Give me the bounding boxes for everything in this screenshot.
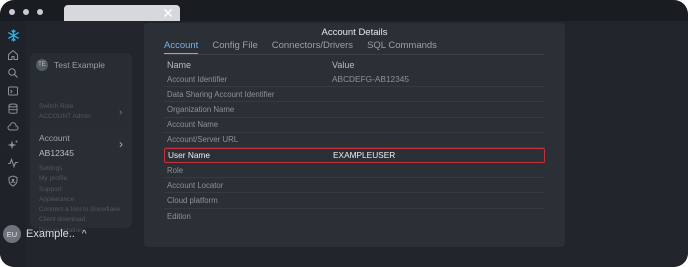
browser-tab[interactable]: ✕ bbox=[64, 5, 180, 21]
tabs-divider bbox=[164, 54, 545, 55]
user-display-name: Example.. bbox=[26, 228, 75, 240]
cloud-icon[interactable] bbox=[6, 120, 20, 134]
minimize-window-dot[interactable] bbox=[23, 9, 29, 15]
sparkle-icon[interactable] bbox=[6, 138, 20, 152]
close-window-dot[interactable] bbox=[9, 9, 15, 15]
tab-connectors-drivers[interactable]: Connectors/Drivers bbox=[272, 40, 353, 54]
table-row[interactable]: Edition bbox=[164, 209, 545, 224]
menu-link-support[interactable]: Support bbox=[39, 185, 120, 195]
chevron-up-icon: ^ bbox=[81, 228, 87, 240]
menu-link-settings[interactable]: Settings bbox=[39, 164, 120, 174]
account-menu-item[interactable]: Account AB12345 bbox=[39, 133, 74, 158]
tab-close-icon[interactable]: ✕ bbox=[162, 5, 174, 21]
user-menu-panel: TE Test Example Switch Role ACCOUNT Admi… bbox=[30, 53, 132, 234]
table-row[interactable]: Account Name bbox=[164, 118, 545, 133]
snowflake-logo-icon[interactable] bbox=[6, 28, 20, 42]
switch-role-label: Switch Role bbox=[39, 103, 74, 110]
row-name: Edition bbox=[167, 211, 191, 221]
row-value[interactable]: EXAMPLEUSER bbox=[333, 150, 395, 160]
account-label: Account bbox=[39, 133, 70, 143]
row-name: Account/Server URL bbox=[167, 135, 239, 145]
row-name: User Name bbox=[168, 150, 210, 161]
row-name: Organization Name bbox=[167, 104, 235, 114]
account-details-table: Name Value Account Identifier ABCDEFG-AB… bbox=[164, 57, 545, 224]
row-name: Cloud platform bbox=[167, 195, 218, 205]
menu-link-profile[interactable]: My profile bbox=[39, 174, 120, 184]
current-role: ACCOUNT Admin bbox=[39, 113, 91, 120]
avatar: TE bbox=[36, 59, 48, 71]
table-row[interactable]: Organization Name bbox=[164, 102, 545, 118]
app-window: ✕ TE Test Example Switch Role ACCOUNT Ad… bbox=[0, 0, 688, 267]
maximize-window-dot[interactable] bbox=[37, 9, 43, 15]
table-header: Name Value bbox=[164, 57, 545, 72]
tab-config-file[interactable]: Config File bbox=[212, 40, 257, 54]
tab-account[interactable]: Account bbox=[164, 40, 199, 54]
table-row[interactable]: Cloud platform bbox=[164, 193, 545, 209]
avatar: EU bbox=[3, 225, 21, 243]
activity-icon[interactable] bbox=[6, 156, 20, 170]
chevron-right-icon: › bbox=[119, 107, 123, 118]
account-details-dialog: Account Details Account Config File Conn… bbox=[144, 23, 565, 247]
worksheet-icon[interactable] bbox=[6, 84, 20, 98]
snowflake-app: TE Test Example Switch Role ACCOUNT Admi… bbox=[0, 21, 688, 267]
column-header-value: Value bbox=[332, 59, 355, 70]
table-row[interactable]: Data Sharing Account Identifier bbox=[164, 87, 545, 103]
account-value: AB12345 bbox=[39, 148, 74, 158]
table-row[interactable]: Account/Server URL bbox=[164, 133, 545, 148]
column-header-name: Name bbox=[167, 59, 192, 70]
menu-user-header: TE Test Example bbox=[36, 59, 105, 71]
row-name: Account Identifier bbox=[167, 74, 228, 84]
table-row[interactable]: Account Identifier ABCDEFG-AB12345 bbox=[164, 72, 545, 88]
menu-user-name: Test Example bbox=[54, 60, 106, 70]
row-name: Account Locator bbox=[167, 180, 224, 190]
table-row[interactable]: Role bbox=[164, 163, 545, 179]
row-name: Role bbox=[167, 165, 184, 175]
chevron-right-icon: › bbox=[119, 137, 123, 151]
dialog-tabs: Account Config File Connectors/Drivers S… bbox=[164, 40, 437, 54]
dialog-title: Account Details bbox=[321, 27, 388, 38]
row-name: Data Sharing Account Identifier bbox=[167, 89, 275, 99]
row-name: Account Name bbox=[167, 120, 219, 130]
menu-link-appearance[interactable]: Appearance bbox=[39, 195, 120, 205]
window-controls bbox=[9, 9, 43, 15]
row-value[interactable]: ABCDEFG-AB12345 bbox=[332, 74, 409, 84]
switch-role-item[interactable]: Switch Role ACCOUNT Admin bbox=[39, 102, 91, 122]
user-menu-button[interactable]: EU Example.. ^ bbox=[3, 225, 87, 243]
menu-link-connect-tool[interactable]: Connect a tool to Snowflake bbox=[39, 205, 120, 215]
database-icon[interactable] bbox=[6, 102, 20, 116]
search-icon[interactable] bbox=[6, 66, 20, 80]
tab-sql-commands[interactable]: SQL Commands bbox=[367, 40, 437, 54]
home-icon[interactable] bbox=[6, 48, 20, 62]
table-row-user-name-highlighted[interactable]: User Name EXAMPLEUSER bbox=[164, 147, 545, 163]
admin-icon[interactable] bbox=[6, 174, 20, 188]
table-row[interactable]: Account Locator bbox=[164, 178, 545, 194]
